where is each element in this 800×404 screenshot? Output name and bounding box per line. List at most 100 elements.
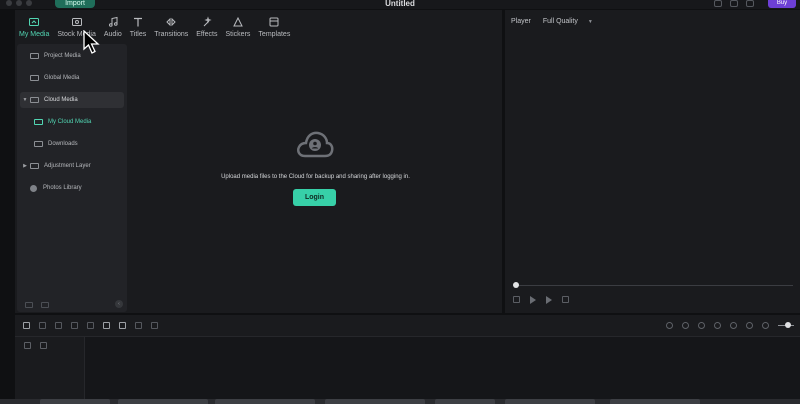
player-controls [513,296,569,304]
sidebar-footer [25,302,49,308]
timeline-body [15,337,800,399]
player-panel: Player Full Quality ▼ [505,10,800,313]
tab-stickers[interactable]: Stickers [222,12,255,42]
crop-icon[interactable] [103,322,110,329]
render-icon[interactable] [666,322,673,329]
login-button[interactable]: Login [293,189,336,206]
buy-button[interactable]: Buy [768,0,796,8]
dock-item[interactable] [118,399,208,404]
mouse-cursor-icon [83,30,101,54]
my-media-icon [28,16,40,28]
dock-item[interactable] [215,399,315,404]
templates-icon [268,16,280,28]
timeline-toolbar [15,315,800,337]
tab-label: Audio [103,31,122,38]
sidebar-item-cloud-media[interactable]: ▼ Cloud Media [20,92,124,108]
sidebar-item-global-media[interactable]: Global Media [20,70,124,86]
delete-icon[interactable] [71,322,78,329]
collapse-sidebar-button[interactable]: ‹ [115,300,123,308]
dock-item[interactable] [505,399,595,404]
quality-value: Full Quality [542,18,578,25]
dock-item[interactable] [325,399,425,404]
sidebar-item-downloads[interactable]: Downloads [20,136,124,152]
color-icon[interactable] [135,322,142,329]
sidebar-item-label: My Cloud Media [48,119,92,125]
player-label: Player [511,18,531,25]
tab-effects[interactable]: Effects [192,12,221,42]
transitions-icon [165,16,177,28]
zoom-out-icon[interactable] [762,322,769,329]
ai-icon[interactable] [730,322,737,329]
sidebar-item-label: Cloud Media [44,97,78,103]
previous-frame-icon[interactable] [513,296,520,303]
titlebar-tools [714,0,754,7]
dock-item[interactable] [435,399,495,404]
music-note-icon [107,16,119,28]
link-icon[interactable] [40,342,47,349]
text-tool-icon[interactable] [119,322,126,329]
media-toolbar: My Media Stock Media Audio Titles Transi… [15,12,294,42]
tab-label: Templates [258,31,291,38]
timeline-tools-right [666,322,794,329]
title-bar: Import Untitled Buy [0,0,800,9]
stickers-icon [232,16,244,28]
timeline-tools-left [23,322,158,329]
titles-icon [132,16,144,28]
next-frame-icon[interactable] [546,296,552,304]
redo-icon[interactable] [55,322,62,329]
sidebar-item-photos-library[interactable]: Photos Library [20,180,124,196]
player-playhead[interactable] [513,282,519,288]
media-content-area: Upload media files to the Cloud for back… [129,44,502,312]
sidebar-item-my-cloud-media[interactable]: My Cloud Media [20,114,124,130]
media-sidebar: Project Media Global Media ▼ Cloud Media… [17,44,127,312]
tab-audio[interactable]: Audio [100,12,126,42]
cloud-user-icon [295,128,335,162]
folder-icon [34,119,43,125]
folder-icon [30,163,39,169]
tab-templates[interactable]: Templates [254,12,294,42]
tab-titles[interactable]: Titles [126,12,150,42]
folder-icon [30,75,39,81]
tab-label: My Media [19,31,50,38]
device-icon[interactable] [714,0,722,7]
dock-item[interactable] [610,399,700,404]
new-folder-icon[interactable] [25,302,33,308]
account-icon[interactable] [746,0,754,7]
sidebar-item-label: Photos Library [43,185,82,191]
photos-icon [30,184,37,192]
dock [0,399,800,404]
sidebar-item-label: Adjustment Layer [44,163,91,169]
sidebar-item-project-media[interactable]: Project Media [20,48,124,64]
undo-icon[interactable] [39,322,46,329]
cloud-sync-icon[interactable] [730,0,738,7]
microphone-icon[interactable] [698,322,705,329]
effects-icon [201,16,213,28]
quality-dropdown[interactable]: Full Quality ▼ [543,18,593,25]
snapshot-icon[interactable] [746,322,753,329]
audio-mix-icon[interactable] [714,322,721,329]
shield-icon[interactable] [682,322,689,329]
tab-transitions[interactable]: Transitions [150,12,192,42]
chevron-down-icon: ▼ [587,18,593,25]
folder-icon [30,97,39,103]
tab-my-media[interactable]: My Media [15,12,53,42]
sidebar-item-adjustment-layer[interactable]: ▶ Adjustment Layer [20,158,124,174]
player-progress-bar[interactable] [515,285,793,286]
speed-icon[interactable] [151,322,158,329]
zoom-slider[interactable] [778,322,794,328]
dock-item[interactable] [40,399,110,404]
folder-action-icon[interactable] [41,302,49,308]
folder-icon [34,141,43,147]
add-track-icon[interactable] [24,342,31,349]
stock-media-icon [71,16,83,28]
chevron-down-icon[interactable]: ▼ [20,97,30,103]
document-title: Untitled [385,0,415,8]
play-icon[interactable] [530,296,536,304]
chevron-right-icon[interactable]: ▶ [20,163,30,169]
tab-label: Effects [196,31,218,38]
stop-icon[interactable] [562,296,569,303]
sidebar-item-label: Global Media [44,75,80,81]
tab-label: Stickers [225,31,251,38]
split-icon[interactable] [87,322,94,329]
layout-icon[interactable] [23,322,30,329]
